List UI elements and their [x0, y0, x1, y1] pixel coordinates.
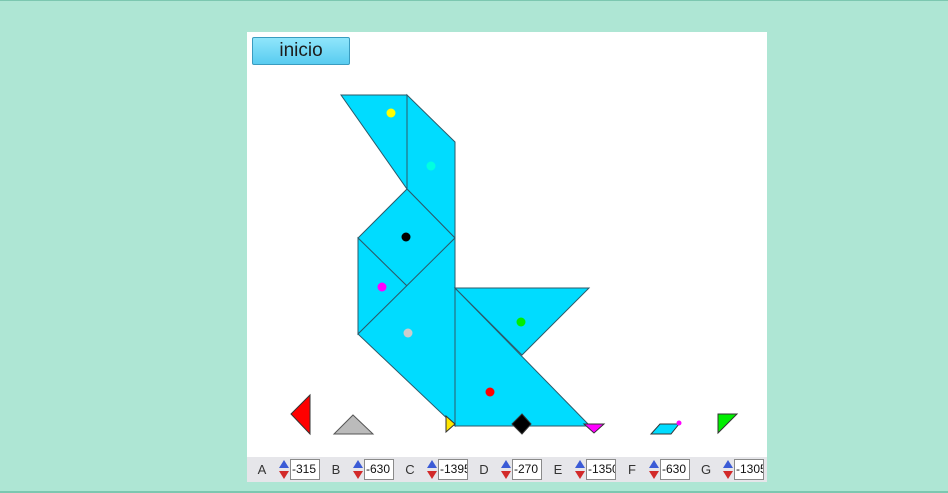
piece-a-icon[interactable]: [290, 393, 311, 436]
spin-down-arrow-icon[interactable]: [575, 471, 585, 479]
handle-dot-green[interactable]: [516, 317, 526, 327]
control-label: B: [331, 462, 341, 477]
handle-dot-yellow[interactable]: [386, 108, 396, 118]
handle-dot-cyan[interactable]: [426, 161, 436, 171]
figure-head-triangle[interactable]: [340, 94, 408, 191]
spin-up-arrow-icon[interactable]: [427, 460, 437, 468]
handle-dot-magenta[interactable]: [377, 282, 387, 292]
handle-dot-gray[interactable]: [403, 328, 413, 338]
spin-down-arrow-icon[interactable]: [427, 471, 437, 479]
handle-dot-black[interactable]: [401, 232, 411, 242]
control-label: D: [479, 462, 489, 477]
control-label: A: [257, 462, 267, 477]
piece-b-icon[interactable]: [332, 414, 375, 435]
rotation-input[interactable]: -1350: [586, 459, 616, 480]
spin-up-arrow-icon[interactable]: [723, 460, 733, 468]
rotation-input[interactable]: -630: [364, 459, 394, 480]
tangram-figure: [340, 93, 592, 428]
control-label: C: [405, 462, 415, 477]
spin-up-arrow-icon[interactable]: [501, 460, 511, 468]
control-label: G: [700, 462, 712, 477]
spin-down-arrow-icon[interactable]: [501, 471, 511, 479]
handle-dot-red[interactable]: [485, 387, 495, 397]
spin-up-arrow-icon[interactable]: [353, 460, 363, 468]
spinner[interactable]: [500, 460, 512, 480]
spin-down-arrow-icon[interactable]: [723, 471, 733, 479]
spinner[interactable]: [722, 460, 734, 480]
tangram-stage: [290, 93, 739, 436]
piece-f-icon[interactable]: [649, 423, 681, 435]
spinner[interactable]: [648, 460, 660, 480]
control-label: F: [628, 462, 636, 477]
spinner[interactable]: [574, 460, 586, 480]
spinner[interactable]: [278, 460, 290, 480]
rotation-input[interactable]: -315: [290, 459, 320, 480]
spin-down-arrow-icon[interactable]: [279, 471, 289, 479]
rotation-input[interactable]: -1305: [734, 459, 764, 480]
rotation-controls-bar: A -315 B -630 C -1395 D -270 E -1350 F -…: [247, 457, 767, 482]
spin-up-arrow-icon[interactable]: [575, 460, 585, 468]
spin-down-arrow-icon[interactable]: [353, 471, 363, 479]
spin-up-arrow-icon[interactable]: [279, 460, 289, 468]
spinner[interactable]: [352, 460, 364, 480]
spin-up-arrow-icon[interactable]: [649, 460, 659, 468]
piece-g-icon[interactable]: [717, 413, 739, 435]
top-border: [0, 0, 948, 1]
spinner[interactable]: [426, 460, 438, 480]
rotation-input[interactable]: -1395: [438, 459, 468, 480]
spin-down-arrow-icon[interactable]: [649, 471, 659, 479]
control-label: E: [553, 462, 563, 477]
piece-e-icon[interactable]: [582, 423, 606, 434]
rotation-input[interactable]: -630: [660, 459, 690, 480]
tangram-applet: inicio A -315 B -630 C -1395 D -270 E -1…: [247, 32, 767, 482]
piece-f-dot: [676, 420, 682, 426]
rotation-input[interactable]: -270: [512, 459, 542, 480]
